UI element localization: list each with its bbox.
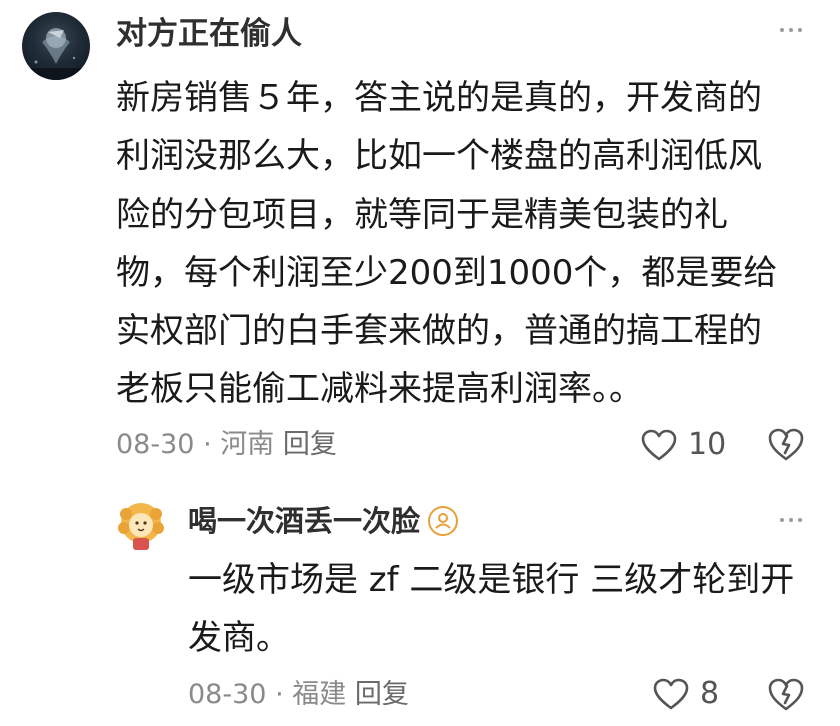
- user-badge-icon: [428, 506, 459, 536]
- reply-like-count: 8: [700, 676, 720, 711]
- comment-meta: 08-30 · 河南 回复: [116, 428, 337, 462]
- heart-icon: [641, 429, 677, 461]
- avatar[interactable]: [22, 12, 90, 80]
- lion-avatar-icon: [118, 503, 164, 550]
- comment-line: 老板只能偷工减料来提高利润率。。: [116, 369, 643, 410]
- reply-text: 一级市场是 zf 二级是银行 三级才轮到开 发商。: [188, 551, 818, 667]
- comment-line: 新房销售５年，答主说的是真的，开发商的: [116, 78, 762, 118]
- comment-author[interactable]: 对方正在偷人: [116, 14, 302, 54]
- reply-more-options-icon[interactable]: [776, 514, 806, 526]
- reply-location: 福建: [292, 679, 347, 710]
- comment-line: 险的分包项目，就等同于是精美包装的礼: [116, 194, 728, 235]
- reply-meta: 08-30 · 福建 回复: [188, 678, 409, 712]
- reply-button[interactable]: 回复: [283, 429, 337, 460]
- comment-line: 利润没那么大，比如一个楼盘的高利润低风: [116, 136, 762, 177]
- reply-author-row: 喝一次酒丢一次脸: [188, 501, 459, 541]
- like-button[interactable]: 10: [640, 428, 726, 462]
- dislike-icon: [768, 428, 804, 461]
- comment-date: 08-30: [116, 429, 195, 460]
- meta-separator: ·: [275, 679, 293, 710]
- comment-location: 河南: [220, 429, 275, 460]
- comment-text: 新房销售５年，答主说的是真的，开发商的 利润没那么大，比如一个楼盘的高利润低风 …: [116, 69, 816, 419]
- dislike-button[interactable]: [766, 426, 806, 466]
- like-count: 10: [688, 427, 727, 462]
- reply-line: 一级市场是 zf 二级是银行 三级才轮到开: [188, 560, 795, 600]
- avatar-figure-icon: [22, 28, 90, 80]
- reply-dislike-button[interactable]: [766, 676, 806, 716]
- dislike-icon: [768, 678, 804, 711]
- more-options-icon[interactable]: [776, 24, 806, 36]
- reply-avatar[interactable]: [114, 498, 168, 552]
- reply-date: 08-30: [188, 679, 267, 710]
- heart-icon: [653, 678, 689, 710]
- reply-like-button[interactable]: 8: [652, 677, 719, 711]
- reply-line: 发商。: [188, 618, 290, 658]
- comment-line: 实权部门的白手套来做的，普通的搞工程的: [116, 311, 762, 352]
- reply-author[interactable]: 喝一次酒丢一次脸: [188, 501, 420, 541]
- comment-line: 物，每个利润至少200到1000个，都是要给: [116, 252, 778, 293]
- reply-reply-button[interactable]: 回复: [355, 679, 409, 710]
- meta-separator: ·: [203, 429, 221, 460]
